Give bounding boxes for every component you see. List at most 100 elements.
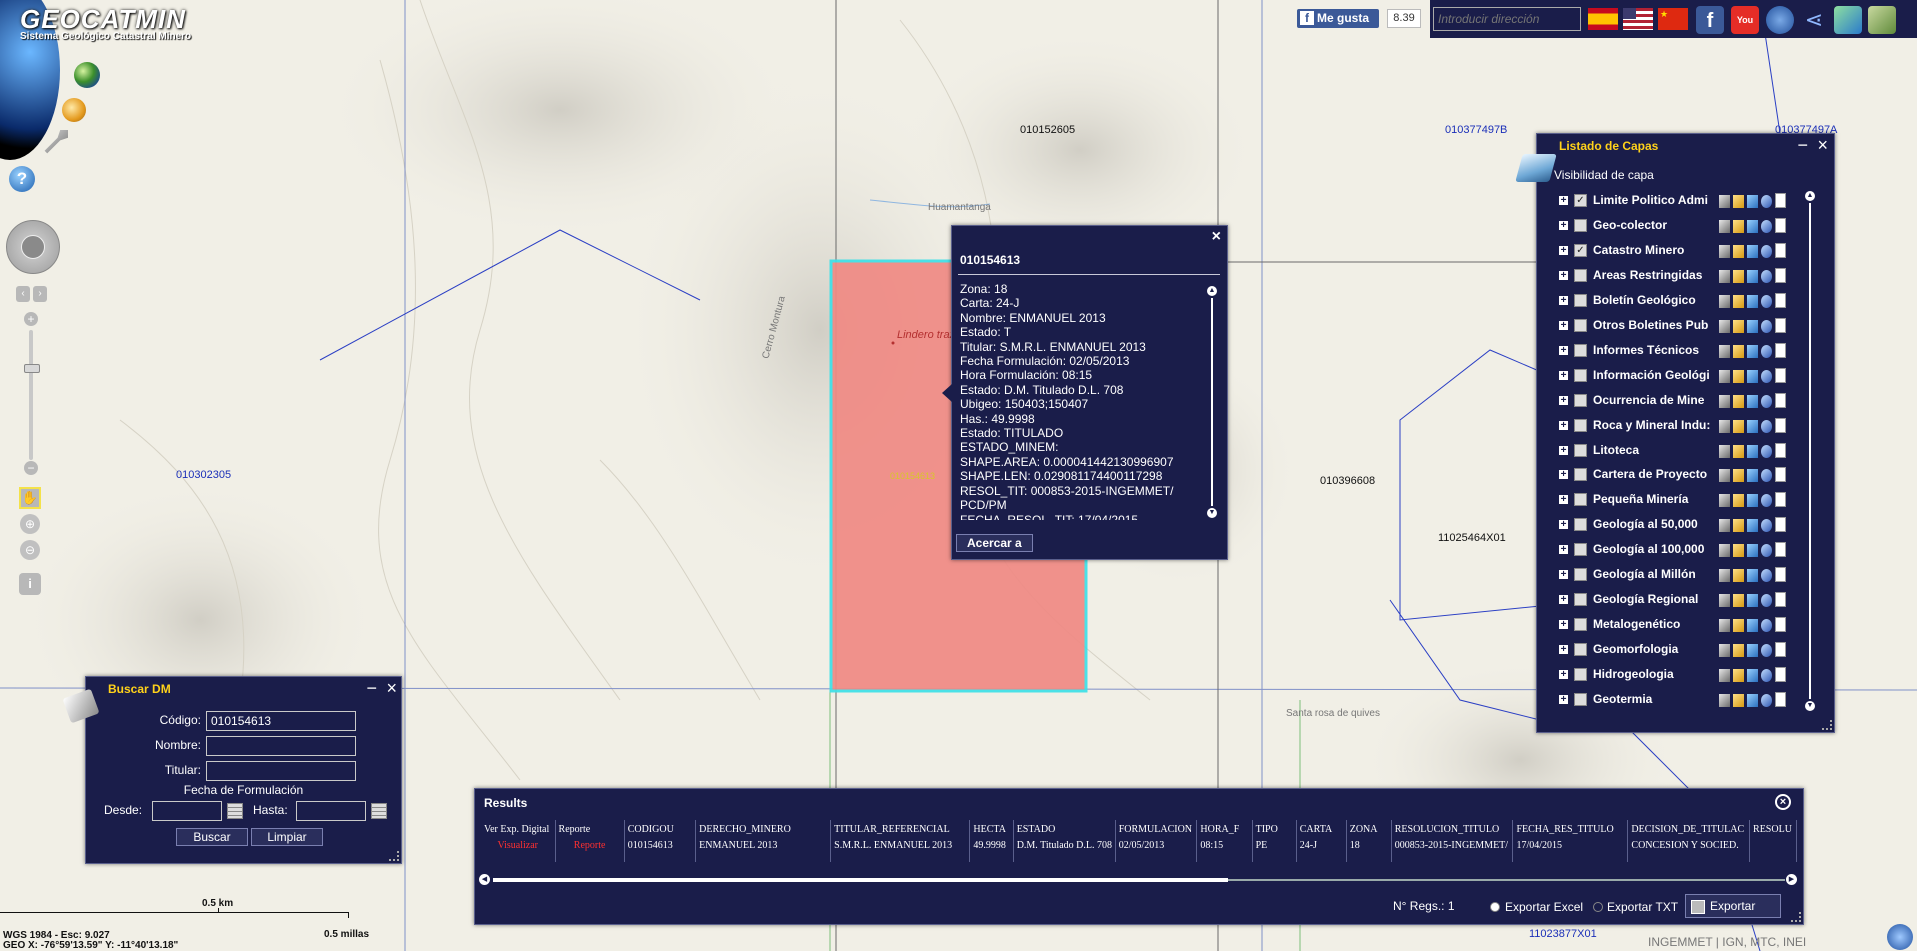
- layer-row[interactable]: + Información Geológi: [1537, 366, 1797, 386]
- layer-settings-icon[interactable]: [1719, 269, 1730, 283]
- column-header[interactable]: ESTADO: [1013, 820, 1116, 838]
- resize-grip-icon[interactable]: [1791, 912, 1801, 922]
- layer-metadata-icon[interactable]: [1775, 517, 1786, 533]
- scroll-thumb[interactable]: [493, 878, 1228, 882]
- reporte-link[interactable]: Reporte: [555, 838, 625, 862]
- layer-metadata-icon[interactable]: [1775, 492, 1786, 508]
- column-header[interactable]: TIPO: [1252, 820, 1297, 838]
- facebook-like-button[interactable]: f Me gusta: [1297, 9, 1379, 28]
- layer-transparency-icon[interactable]: [1761, 519, 1772, 533]
- layer-row[interactable]: + Geología al 100,000: [1537, 540, 1797, 560]
- limpiar-button[interactable]: Limpiar: [251, 828, 323, 846]
- layer-settings-icon[interactable]: [1719, 369, 1730, 383]
- expand-icon[interactable]: +: [1559, 595, 1568, 605]
- layer-row[interactable]: + Informes Técnicos: [1537, 341, 1797, 361]
- expand-icon[interactable]: +: [1559, 295, 1568, 305]
- export-txt-radio[interactable]: [1593, 902, 1603, 912]
- layer-transparency-icon[interactable]: [1761, 444, 1772, 458]
- expand-icon[interactable]: +: [1559, 520, 1568, 530]
- expand-icon[interactable]: +: [1559, 695, 1568, 705]
- layer-metadata-icon[interactable]: [1775, 217, 1786, 233]
- column-header[interactable]: Ver Exp. Digital: [481, 820, 556, 838]
- scroll-up-icon[interactable]: ▲: [1207, 286, 1217, 296]
- layer-metadata-icon[interactable]: [1775, 267, 1786, 283]
- layer-metadata-icon[interactable]: [1775, 367, 1786, 383]
- layer-visibility-checkbox[interactable]: [1574, 343, 1587, 357]
- zoom-slider-track[interactable]: [29, 330, 33, 460]
- layer-list-minimize-button[interactable]: −: [1797, 136, 1808, 154]
- layer-info-icon[interactable]: [1733, 219, 1744, 233]
- layer-settings-icon[interactable]: [1719, 494, 1730, 508]
- layer-zoom-icon[interactable]: [1747, 544, 1758, 558]
- expand-icon[interactable]: +: [1559, 420, 1568, 430]
- layer-zoom-icon[interactable]: [1747, 519, 1758, 533]
- layer-row[interactable]: + ✓ Catastro Minero: [1537, 241, 1797, 261]
- layer-row[interactable]: + Geología al 50,000: [1537, 515, 1797, 535]
- layer-metadata-icon[interactable]: [1775, 342, 1786, 358]
- layer-visibility-checkbox[interactable]: [1574, 293, 1587, 307]
- layer-settings-icon[interactable]: [1719, 644, 1730, 658]
- layer-visibility-checkbox[interactable]: [1574, 318, 1587, 332]
- layer-row[interactable]: + Geotermia: [1537, 690, 1797, 710]
- layer-metadata-icon[interactable]: [1775, 567, 1786, 583]
- layer-transparency-icon[interactable]: [1761, 594, 1772, 608]
- layer-settings-icon[interactable]: [1719, 619, 1730, 633]
- scroll-down-icon[interactable]: ▼: [1207, 508, 1217, 518]
- layer-info-icon[interactable]: [1733, 394, 1744, 408]
- layer-row[interactable]: + Pequeña Minería: [1537, 490, 1797, 510]
- popup-close-button[interactable]: ×: [1212, 229, 1221, 245]
- layer-transparency-icon[interactable]: [1761, 494, 1772, 508]
- codigo-input[interactable]: [206, 711, 356, 731]
- scroll-up-icon[interactable]: ▲: [1805, 191, 1815, 201]
- layer-transparency-icon[interactable]: [1761, 669, 1772, 683]
- layer-row[interactable]: + Metalogenético: [1537, 615, 1797, 635]
- layer-settings-icon[interactable]: [1719, 294, 1730, 308]
- layer-info-icon[interactable]: [1733, 244, 1744, 258]
- layer-info-icon[interactable]: [1733, 594, 1744, 608]
- info-icon[interactable]: i: [19, 573, 41, 595]
- layer-visibility-checkbox[interactable]: [1574, 393, 1587, 407]
- layer-visibility-checkbox[interactable]: [1574, 443, 1587, 457]
- layer-settings-icon[interactable]: [1719, 594, 1730, 608]
- desde-date-input[interactable]: [152, 801, 222, 821]
- layer-transparency-icon[interactable]: [1761, 344, 1772, 358]
- layer-zoom-icon[interactable]: [1747, 319, 1758, 333]
- layer-metadata-icon[interactable]: [1775, 642, 1786, 658]
- layer-transparency-icon[interactable]: [1761, 219, 1772, 233]
- layer-row[interactable]: + Geomorfologia: [1537, 640, 1797, 660]
- layer-info-icon[interactable]: [1733, 494, 1744, 508]
- china-flag-icon[interactable]: ★: [1658, 8, 1688, 30]
- layer-visibility-checkbox[interactable]: ✓: [1574, 243, 1587, 257]
- layer-visibility-checkbox[interactable]: [1574, 618, 1587, 632]
- expand-icon[interactable]: +: [1559, 345, 1568, 355]
- expand-icon[interactable]: +: [1559, 645, 1568, 655]
- column-header[interactable]: FECHA_RES_TITULO: [1512, 820, 1629, 838]
- column-header[interactable]: RESOLUCION_TITULO: [1391, 820, 1514, 838]
- layer-settings-icon[interactable]: [1719, 394, 1730, 408]
- layer-info-icon[interactable]: [1733, 669, 1744, 683]
- layer-info-icon[interactable]: [1733, 469, 1744, 483]
- layer-transparency-icon[interactable]: [1761, 644, 1772, 658]
- layer-metadata-icon[interactable]: [1775, 242, 1786, 258]
- layer-visibility-checkbox[interactable]: [1574, 493, 1587, 507]
- layer-row[interactable]: + Ocurrencia de Mine: [1537, 391, 1797, 411]
- zoom-slider-handle[interactable]: [24, 364, 40, 373]
- layer-settings-icon[interactable]: [1719, 419, 1730, 433]
- zoom-in-button[interactable]: +: [24, 312, 38, 326]
- column-header[interactable]: CODIGOU: [624, 820, 697, 838]
- layer-info-icon[interactable]: [1733, 694, 1744, 707]
- basemap-icon[interactable]: [1868, 6, 1896, 34]
- pan-hand-icon[interactable]: ✋: [19, 487, 41, 509]
- layer-settings-icon[interactable]: [1719, 694, 1730, 707]
- layer-transparency-icon[interactable]: [1761, 469, 1772, 483]
- visualizar-link[interactable]: Visualizar: [481, 838, 556, 862]
- expand-icon[interactable]: +: [1559, 245, 1568, 255]
- export-button[interactable]: Exportar: [1685, 894, 1781, 918]
- layer-visibility-checkbox[interactable]: [1574, 418, 1587, 432]
- layer-zoom-icon[interactable]: [1747, 344, 1758, 358]
- layer-transparency-icon[interactable]: [1761, 269, 1772, 283]
- layer-visibility-checkbox[interactable]: [1574, 468, 1587, 482]
- layer-info-icon[interactable]: [1733, 344, 1744, 358]
- column-header[interactable]: Reporte: [555, 820, 625, 838]
- layer-transparency-icon[interactable]: [1761, 694, 1772, 707]
